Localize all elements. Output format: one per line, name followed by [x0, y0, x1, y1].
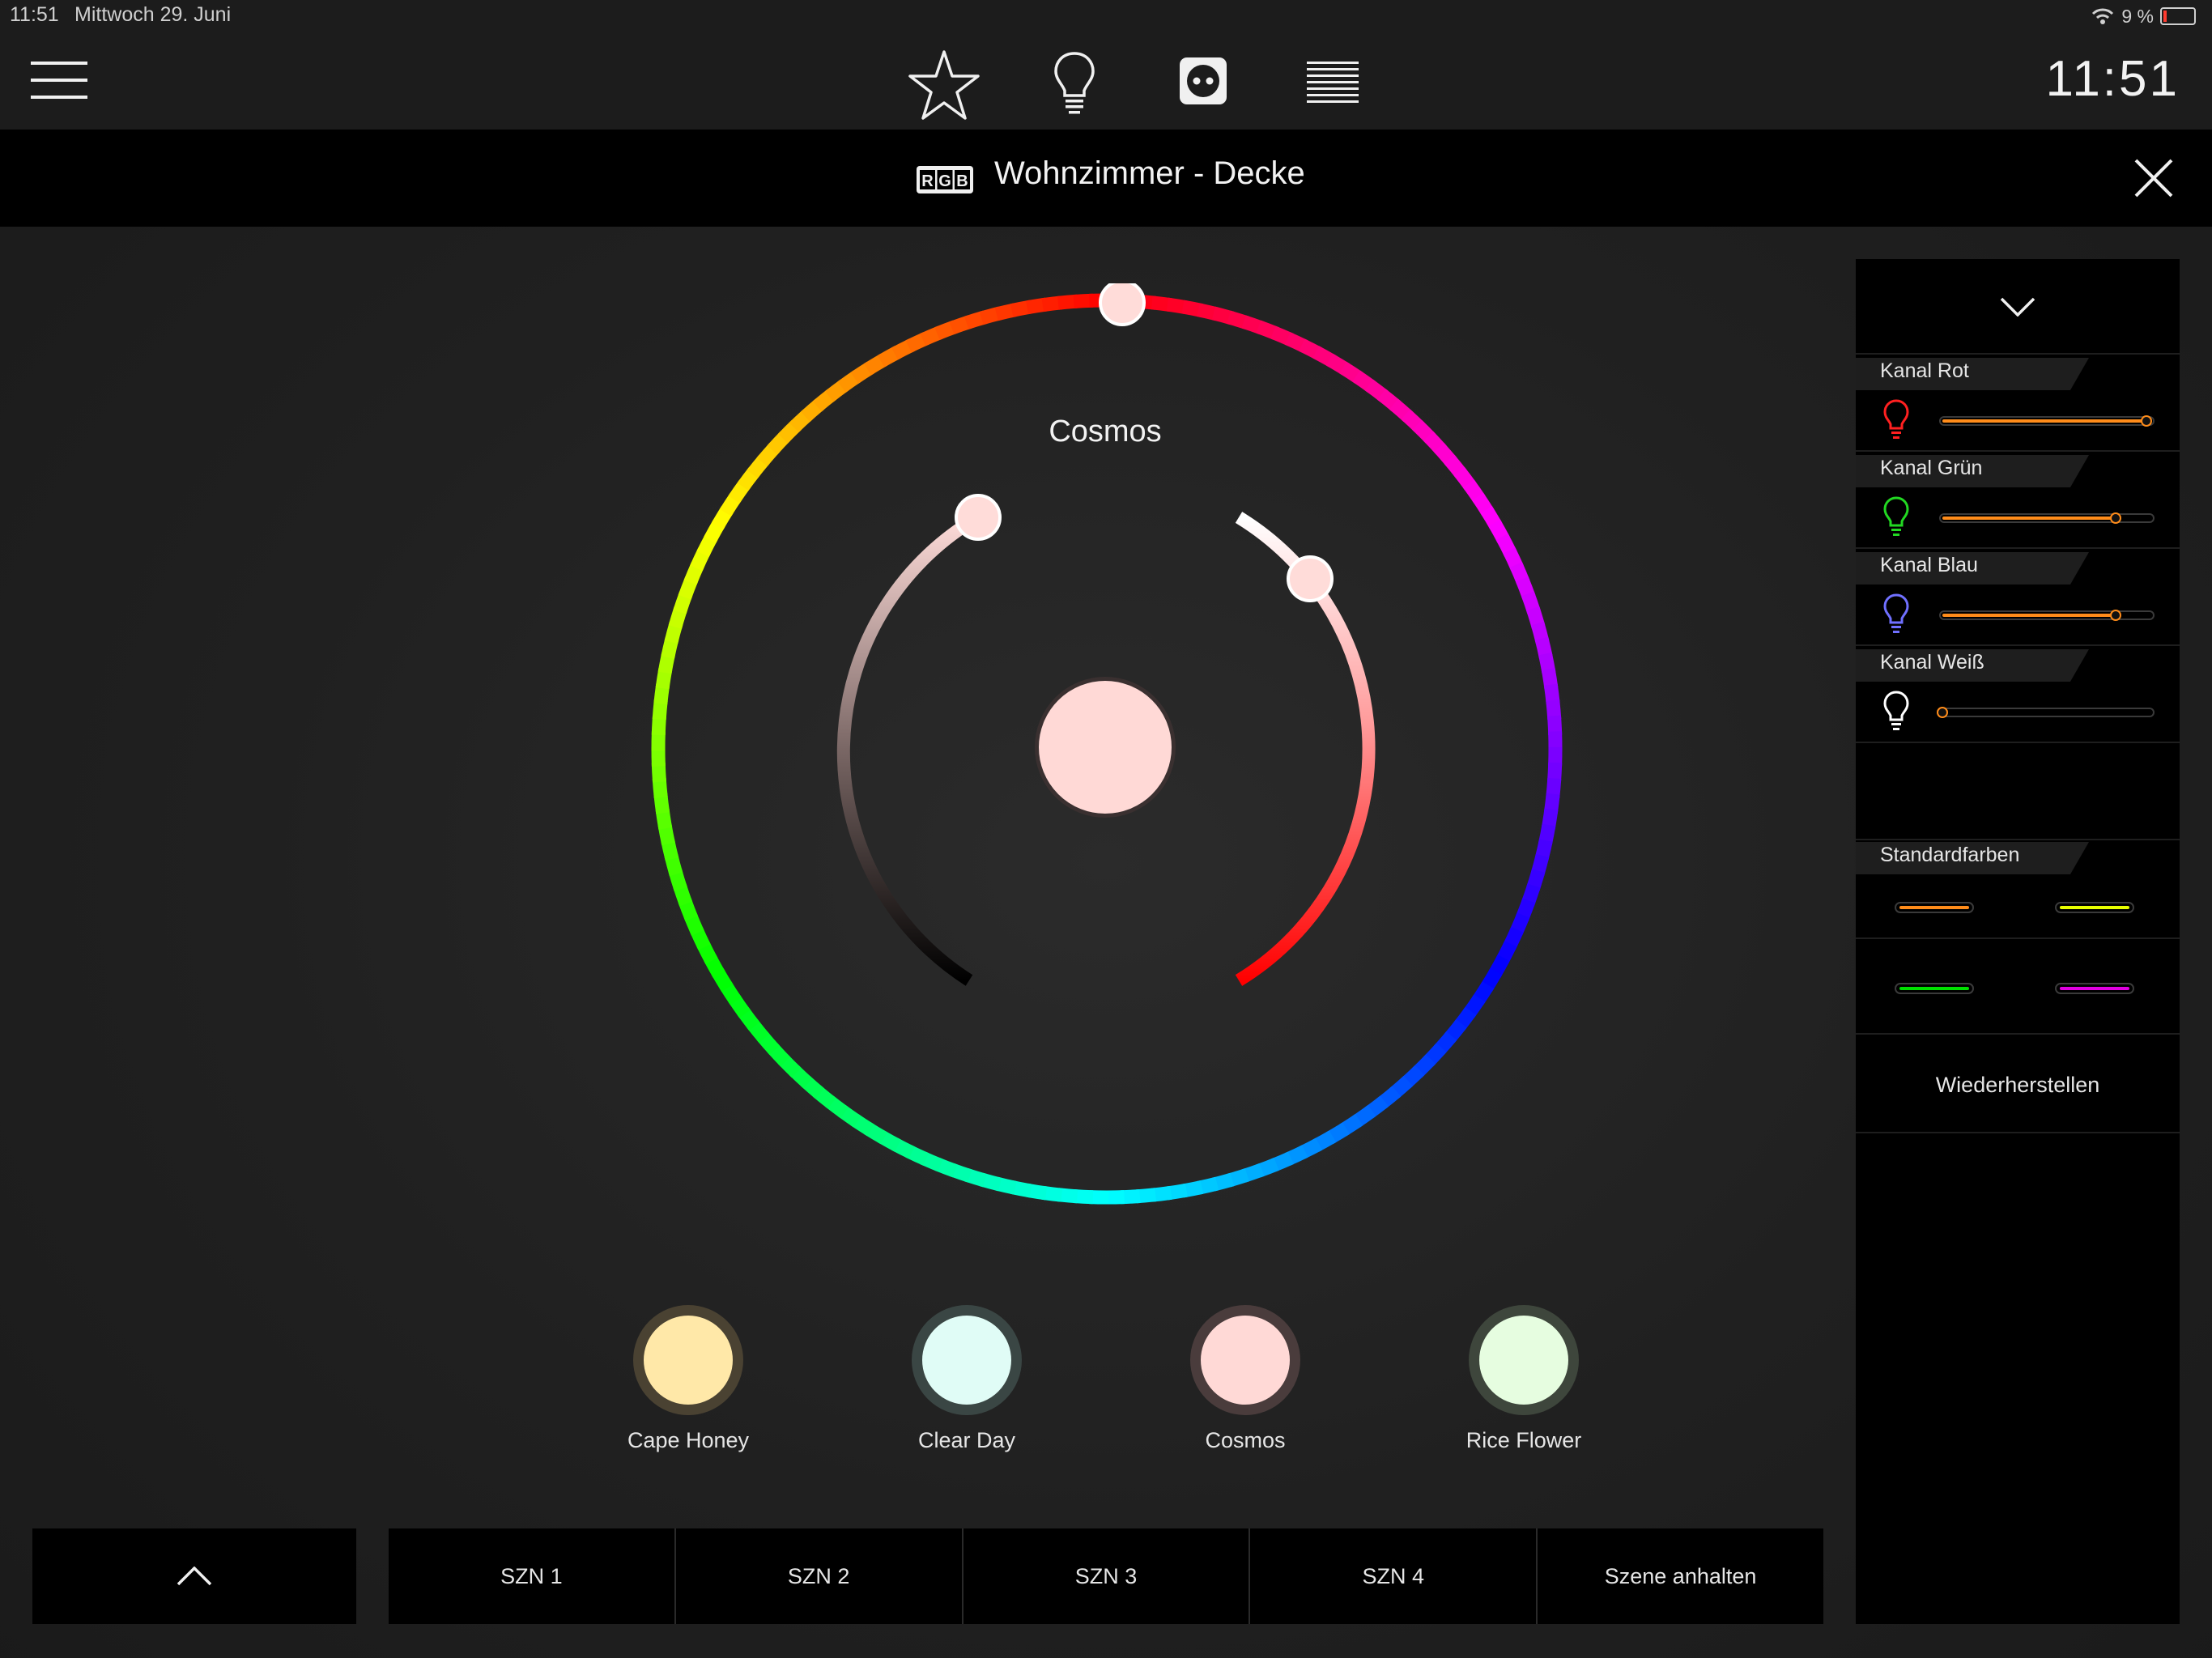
slider-handle[interactable]: [2110, 610, 2122, 621]
svg-text:R: R: [921, 172, 934, 190]
stop-scene-button[interactable]: Szene anhalten: [1538, 1528, 1823, 1624]
preset-swatch[interactable]: [912, 1305, 1022, 1415]
panel-spacer: [1856, 745, 2180, 840]
standard-color-orange-button[interactable]: [1895, 902, 1974, 913]
device-header: R G B Wohnzimmer - Decke: [0, 130, 2212, 227]
standard-colors-label: Standardfarben: [1880, 844, 2020, 866]
preset-cape-honey[interactable]: Cape Honey: [591, 1305, 785, 1453]
channel-panel: Kanal Rot Kanal Grün Kanal Blau Kanal We…: [1856, 259, 2180, 1624]
slider-fill: [1942, 517, 2117, 520]
lightbulb-icon: [1883, 399, 1909, 439]
channel-green: Kanal Grün: [1856, 453, 2180, 549]
battery-percent: 9 %: [2121, 5, 2154, 27]
slider-fill: [1942, 419, 2148, 423]
lightbulb-icon: [1883, 593, 1909, 633]
brightness-arc[interactable]: [836, 512, 982, 986]
device-title: Wohnzimmer - Decke: [994, 155, 1305, 191]
top-nav-bar: 11:51: [0, 32, 2212, 130]
shutter-icon[interactable]: [1307, 62, 1359, 104]
clock: 11:51: [2045, 51, 2180, 107]
restore-button[interactable]: Wiederherstellen: [1856, 1038, 2180, 1133]
wifi-icon: [2092, 8, 2114, 24]
preset-swatch[interactable]: [633, 1305, 743, 1415]
channel-white: Kanal Weiß: [1856, 648, 2180, 743]
channel-label: Kanal Blau: [1880, 554, 1978, 576]
slider-handle[interactable]: [1937, 707, 1948, 718]
channel-slider[interactable]: [1937, 707, 2155, 718]
saturation-handle[interactable]: [1287, 555, 1334, 602]
scene-1-button[interactable]: SZN 1: [389, 1528, 676, 1624]
status-indicators: 9 %: [2091, 5, 2196, 28]
preset-label: Cosmos: [1205, 1428, 1286, 1452]
standard-color-yellow-button[interactable]: [2055, 902, 2134, 913]
slider-fill: [1942, 614, 2117, 617]
preset-swatch[interactable]: [1469, 1305, 1579, 1415]
brightness-handle[interactable]: [955, 494, 1002, 541]
status-date: Mittwoch 29. Juni: [74, 3, 232, 26]
svg-text:B: B: [956, 172, 968, 190]
channel-label: Kanal Grün: [1880, 457, 1983, 479]
standard-colors-header: Standardfarben: [1856, 840, 2180, 939]
standard-colors-row: [1856, 939, 2180, 1035]
panel-collapse-button[interactable]: [1856, 259, 2180, 355]
channel-red: Kanal Rot: [1856, 356, 2180, 452]
slider-handle[interactable]: [2110, 512, 2122, 524]
star-icon[interactable]: [905, 47, 983, 125]
status-bar: 11:51 Mittwoch 29. Juni 9 %: [0, 0, 2212, 32]
svg-text:G: G: [938, 172, 951, 190]
lightbulb-icon: [1883, 691, 1909, 730]
preset-label: Clear Day: [917, 1428, 1016, 1452]
scene-bar-toggle-button[interactable]: [32, 1528, 356, 1624]
preset-label: Cape Honey: [627, 1428, 750, 1452]
preset-label: Rice Flower: [1465, 1428, 1582, 1452]
battery-icon: [2160, 7, 2196, 25]
scene-2-button[interactable]: SZN 2: [676, 1528, 963, 1624]
channel-slider[interactable]: [1939, 415, 2155, 427]
current-color-preview[interactable]: [1035, 677, 1176, 818]
preset-rice-flower[interactable]: Rice Flower: [1427, 1305, 1621, 1453]
preset-clear-day[interactable]: Clear Day: [870, 1305, 1064, 1453]
channel-label: Kanal Rot: [1880, 359, 1969, 382]
lightbulb-icon[interactable]: [1051, 50, 1098, 115]
power-socket-icon[interactable]: [1179, 57, 1227, 105]
status-time: 11:51: [10, 3, 59, 26]
chevron-down-icon: [2000, 297, 2035, 317]
scene-bar: SZN 1 SZN 2 SZN 3 SZN 4 Szene anhalten: [389, 1528, 1823, 1624]
scene-3-button[interactable]: SZN 3: [963, 1528, 1251, 1624]
current-color-name: Cosmos: [1049, 414, 1162, 449]
hue-handle[interactable]: [1099, 283, 1146, 326]
menu-icon[interactable]: [31, 60, 87, 100]
close-icon[interactable]: [2133, 157, 2175, 199]
slider-handle[interactable]: [2141, 415, 2152, 427]
preset-swatch[interactable]: [1190, 1305, 1300, 1415]
standard-color-green-button[interactable]: [1895, 983, 1974, 994]
channel-slider[interactable]: [1939, 610, 2155, 621]
channel-blue: Kanal Blau: [1856, 551, 2180, 646]
chevron-up-icon: [177, 1567, 212, 1586]
channel-label: Kanal Weiß: [1880, 651, 1984, 674]
standard-color-magenta-button[interactable]: [2055, 983, 2134, 994]
preset-cosmos[interactable]: Cosmos: [1148, 1305, 1342, 1453]
lightbulb-icon: [1883, 496, 1909, 536]
rgb-badge-icon: R G B: [917, 166, 973, 193]
scene-4-button[interactable]: SZN 4: [1250, 1528, 1538, 1624]
channel-slider[interactable]: [1939, 512, 2155, 524]
